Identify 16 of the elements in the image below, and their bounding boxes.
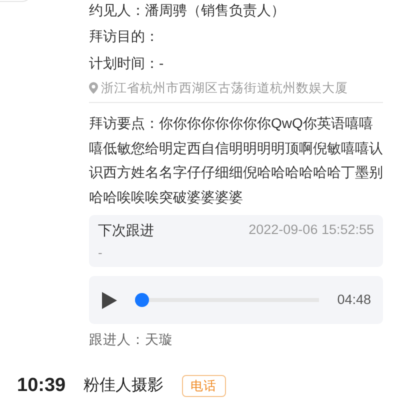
entry-time: 10:39	[17, 374, 66, 398]
location-pin-icon	[89, 82, 98, 94]
followup-title: 下次跟进	[98, 221, 154, 240]
call-tag: 电话	[182, 375, 226, 397]
entry-name: 粉佳人摄影	[84, 376, 164, 396]
progress-thumb[interactable]	[135, 293, 149, 308]
follower-text: 跟进人：天璇	[89, 331, 174, 350]
followup-content: -	[98, 244, 104, 262]
address-text: 浙江省杭州市西湖区古荡街道杭州数娱大厦	[101, 80, 348, 97]
notes-text: 拜访要点：你你你你你你你你QwQ你英语嘻嘻嘻低敏您给明定西自信明明明明顶啊倪敏嘻嘻认识西方姓名名字仔仔细细倪哈哈哈哈哈哈丁墨别哈哈唉唉唉突破婆婆婆婆	[89, 114, 383, 206]
play-icon[interactable]	[101, 292, 117, 309]
plan-time-text: 计划时间：-	[89, 54, 165, 73]
contact-text: 约见人：潘周骋（销售负责人）	[89, 1, 286, 20]
purpose-text: 拜访目的：	[89, 27, 160, 46]
followup-time: 2022-09-06 15:52:55	[248, 221, 374, 239]
audio-duration: 04:48	[337, 291, 371, 310]
